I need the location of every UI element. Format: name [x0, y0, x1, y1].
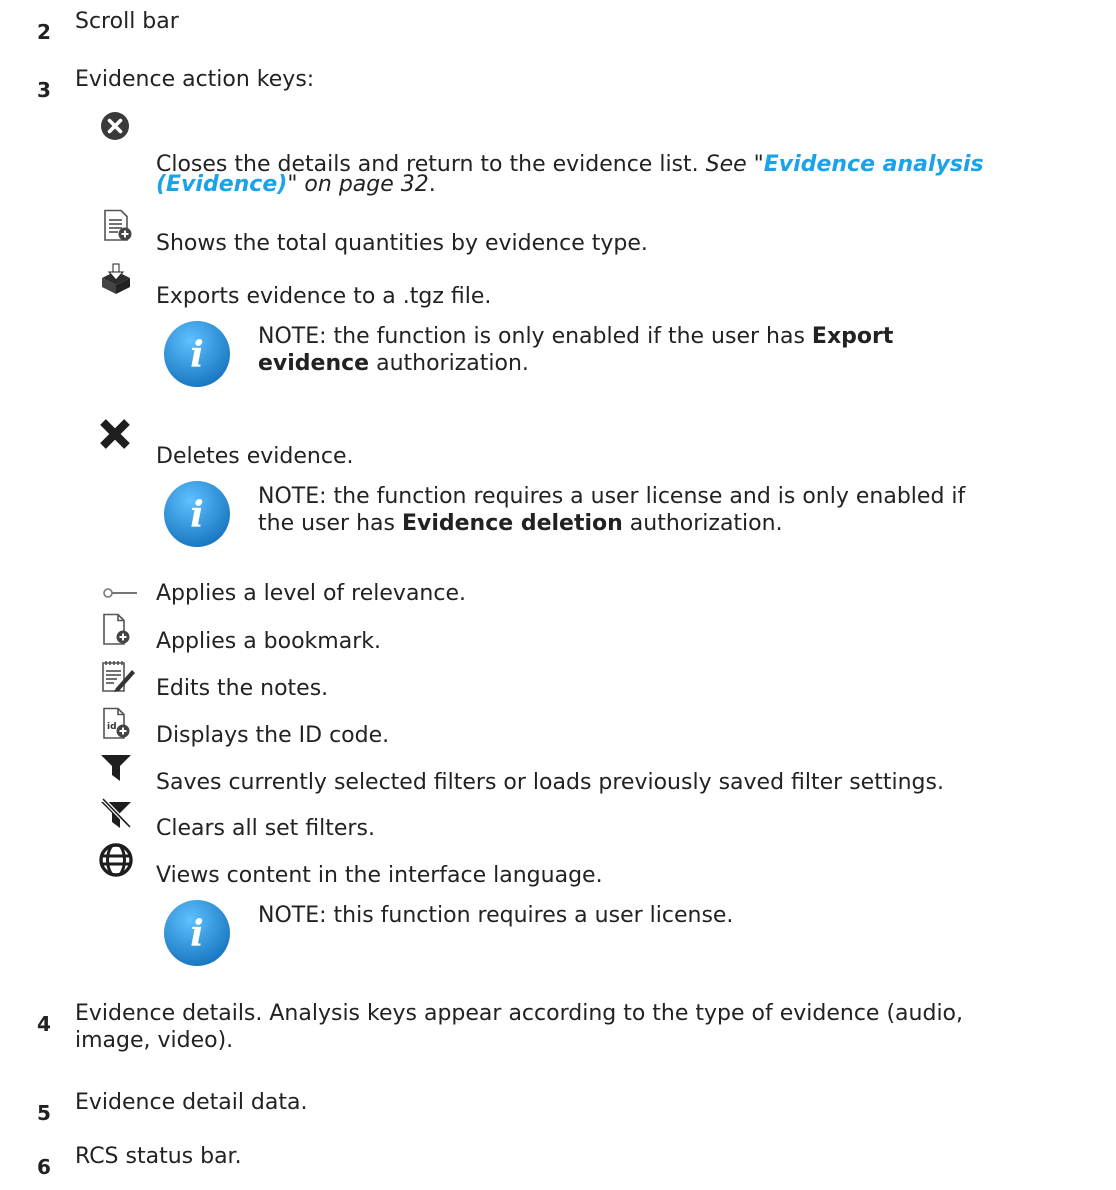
svg-text:i: i — [190, 913, 204, 955]
item-number: 6 — [37, 1155, 51, 1179]
export-note: NOTE: the function is only enabled if th… — [258, 324, 894, 376]
close-circle-icon — [101, 112, 129, 140]
filter-clear-icon — [101, 798, 132, 829]
bookmark-add-icon — [103, 613, 130, 645]
delete-note: NOTE: the function requires a user licen… — [258, 484, 966, 536]
globe-icon — [99, 843, 133, 877]
item-number: 3 — [37, 78, 51, 102]
item-text: RCS status bar. — [75, 1144, 242, 1169]
evidence-analysis-link-cont[interactable]: (Evidence) — [156, 172, 287, 197]
svg-text:i: i — [190, 494, 204, 536]
svg-text:id: id — [107, 722, 117, 732]
item-text: Evidence details. Analysis keys appear a… — [75, 1001, 964, 1053]
clearfilters-key-description: Clears all set filters. — [156, 816, 375, 841]
language-key-description: Views content in the interface language. — [156, 863, 603, 888]
export-key-description: Exports evidence to a .tgz file. — [156, 284, 492, 309]
slider-icon — [103, 588, 137, 598]
list-add-icon — [104, 209, 132, 241]
totals-key-description: Shows the total quantities by evidence t… — [156, 231, 648, 256]
item-text: Evidence action keys: — [75, 67, 315, 92]
delete-key-description: Deletes evidence. — [156, 444, 354, 469]
x-icon — [100, 419, 130, 449]
notes-key-description: Edits the notes. — [156, 676, 329, 701]
bookmark-key-description: Applies a bookmark. — [156, 629, 381, 654]
info-icon: i — [164, 481, 230, 547]
relevance-key-description: Applies a level of relevance. — [156, 581, 466, 606]
language-note: NOTE: this function requires a user lice… — [258, 903, 734, 928]
item-number: 2 — [37, 20, 51, 44]
id-add-icon: id — [103, 707, 130, 739]
edit-notes-icon — [102, 661, 135, 692]
close-key-description: Closes the details and return to the evi… — [156, 152, 984, 197]
item-number: 4 — [37, 1012, 51, 1036]
svg-text:i: i — [190, 334, 204, 376]
filter-save-icon — [101, 755, 131, 781]
idcode-key-description: Displays the ID code. — [156, 723, 390, 748]
savefilters-key-description: Saves currently selected filters or load… — [156, 770, 944, 795]
item-text: Scroll bar — [75, 9, 179, 34]
info-icon: i — [164, 321, 230, 387]
info-icon: i — [164, 900, 230, 966]
item-text: Evidence detail data. — [75, 1090, 308, 1115]
item-number: 5 — [37, 1101, 51, 1125]
evidence-analysis-link[interactable]: Evidence analysis — [764, 152, 984, 177]
download-box-icon — [102, 263, 130, 294]
